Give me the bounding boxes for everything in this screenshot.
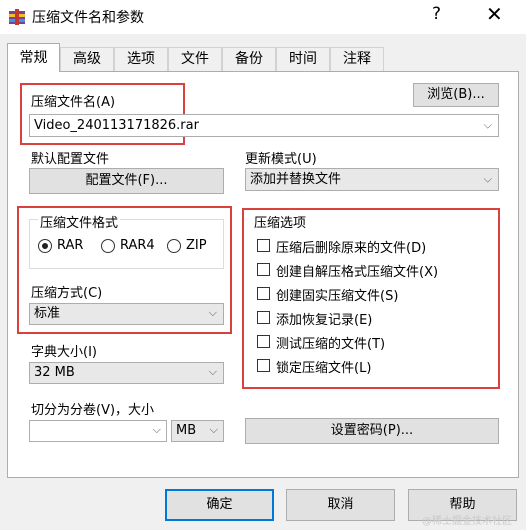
radio-button[interactable] bbox=[38, 239, 52, 253]
format-group-label: 压缩文件格式 bbox=[38, 212, 121, 231]
set-password-button[interactable]: 设置密码(P)... bbox=[245, 418, 499, 444]
profile-label: 默认配置文件 bbox=[31, 152, 110, 167]
method-label: 压缩方式(C) bbox=[31, 286, 103, 301]
chevron-down-icon: ⌵ bbox=[208, 306, 217, 319]
archive-name-value: Video_240113171826.rar bbox=[34, 118, 199, 133]
dictionary-label: 字典大小(I) bbox=[31, 345, 97, 360]
radio-button[interactable] bbox=[101, 239, 115, 253]
cancel-button[interactable]: 取消 bbox=[286, 489, 395, 521]
checkbox[interactable] bbox=[257, 287, 270, 300]
method-value: 标准 bbox=[34, 306, 61, 321]
help-icon[interactable]: ? bbox=[432, 4, 441, 24]
archive-name-input[interactable]: Video_240113171826.rar ⌵ bbox=[29, 114, 499, 137]
update-mode-select[interactable]: 添加并替换文件 ⌵ bbox=[245, 168, 499, 191]
option-label: 测试压缩的文件(T) bbox=[276, 337, 386, 352]
checkbox[interactable] bbox=[257, 263, 270, 276]
window-title: 压缩文件名和参数 bbox=[32, 10, 144, 26]
tab-general[interactable]: 常规 bbox=[7, 43, 60, 72]
tab-backup[interactable]: 备份 bbox=[222, 47, 276, 71]
option-delete-after[interactable]: 压缩后删除原来的文件(D) bbox=[257, 237, 492, 256]
tab-advanced[interactable]: 高级 bbox=[60, 47, 114, 71]
option-lock-archive[interactable]: 锁定压缩文件(L) bbox=[257, 357, 492, 376]
title-bar: 压缩文件名和参数 ? ✕ bbox=[0, 0, 526, 34]
split-label: 切分为分卷(V)，大小 bbox=[31, 403, 155, 418]
tab-files[interactable]: 文件 bbox=[168, 47, 222, 71]
browse-button[interactable]: 浏览(B)... bbox=[413, 83, 499, 107]
chevron-down-icon[interactable]: ⌵ bbox=[153, 420, 161, 440]
option-test-archive[interactable]: 测试压缩的文件(T) bbox=[257, 333, 492, 352]
tab-comment[interactable]: 注释 bbox=[330, 47, 384, 71]
checkbox[interactable] bbox=[257, 239, 270, 252]
option-label: 创建固实压缩文件(S) bbox=[276, 289, 399, 304]
options-group-label: 压缩选项 bbox=[254, 216, 307, 231]
checkbox[interactable] bbox=[257, 335, 270, 348]
option-sfx[interactable]: 创建自解压格式压缩文件(X) bbox=[257, 261, 492, 280]
format-radio-rar4[interactable]: RAR4 bbox=[101, 237, 161, 255]
tab-time[interactable]: 时间 bbox=[276, 47, 330, 71]
archive-name-label: 压缩文件名(A) bbox=[31, 95, 116, 110]
profile-button[interactable]: 配置文件(F)... bbox=[29, 168, 224, 194]
format-option-label: RAR bbox=[57, 238, 84, 253]
update-mode-value: 添加并替换文件 bbox=[250, 172, 342, 187]
format-radio-rar[interactable]: RAR bbox=[38, 237, 94, 255]
split-unit-value: MB bbox=[176, 423, 197, 438]
option-label: 添加恢复记录(E) bbox=[276, 313, 373, 328]
checkbox[interactable] bbox=[257, 359, 270, 372]
option-label: 压缩后删除原来的文件(D) bbox=[276, 241, 427, 256]
dictionary-select[interactable]: 32 MB ⌵ bbox=[29, 362, 224, 384]
chevron-down-icon[interactable]: ⌵ bbox=[484, 114, 492, 135]
ok-button[interactable]: 确定 bbox=[165, 489, 274, 521]
option-recovery-record[interactable]: 添加恢复记录(E) bbox=[257, 309, 492, 328]
format-option-label: ZIP bbox=[186, 238, 207, 253]
chevron-down-icon: ⌵ bbox=[483, 171, 492, 185]
option-label: 锁定压缩文件(L) bbox=[276, 361, 372, 376]
format-radio-zip[interactable]: ZIP bbox=[167, 237, 217, 255]
tab-options[interactable]: 选项 bbox=[114, 47, 168, 71]
format-option-label: RAR4 bbox=[120, 238, 155, 253]
chevron-down-icon: ⌵ bbox=[208, 365, 217, 378]
winrar-icon bbox=[9, 9, 25, 25]
radio-button[interactable] bbox=[167, 239, 181, 253]
option-label: 创建自解压格式压缩文件(X) bbox=[276, 265, 439, 280]
update-mode-label: 更新模式(U) bbox=[245, 152, 317, 167]
close-icon[interactable]: ✕ bbox=[486, 2, 503, 26]
checkbox[interactable] bbox=[257, 311, 270, 324]
watermark: @稀土掘金技术社区 bbox=[422, 516, 512, 527]
method-select[interactable]: 标准 ⌵ bbox=[29, 303, 224, 325]
option-solid[interactable]: 创建固实压缩文件(S) bbox=[257, 285, 492, 304]
split-unit-select[interactable]: MB ⌵ bbox=[171, 420, 224, 442]
chevron-down-icon: ⌵ bbox=[209, 423, 218, 436]
split-size-input[interactable]: ⌵ bbox=[29, 420, 167, 442]
dictionary-value: 32 MB bbox=[34, 365, 75, 380]
